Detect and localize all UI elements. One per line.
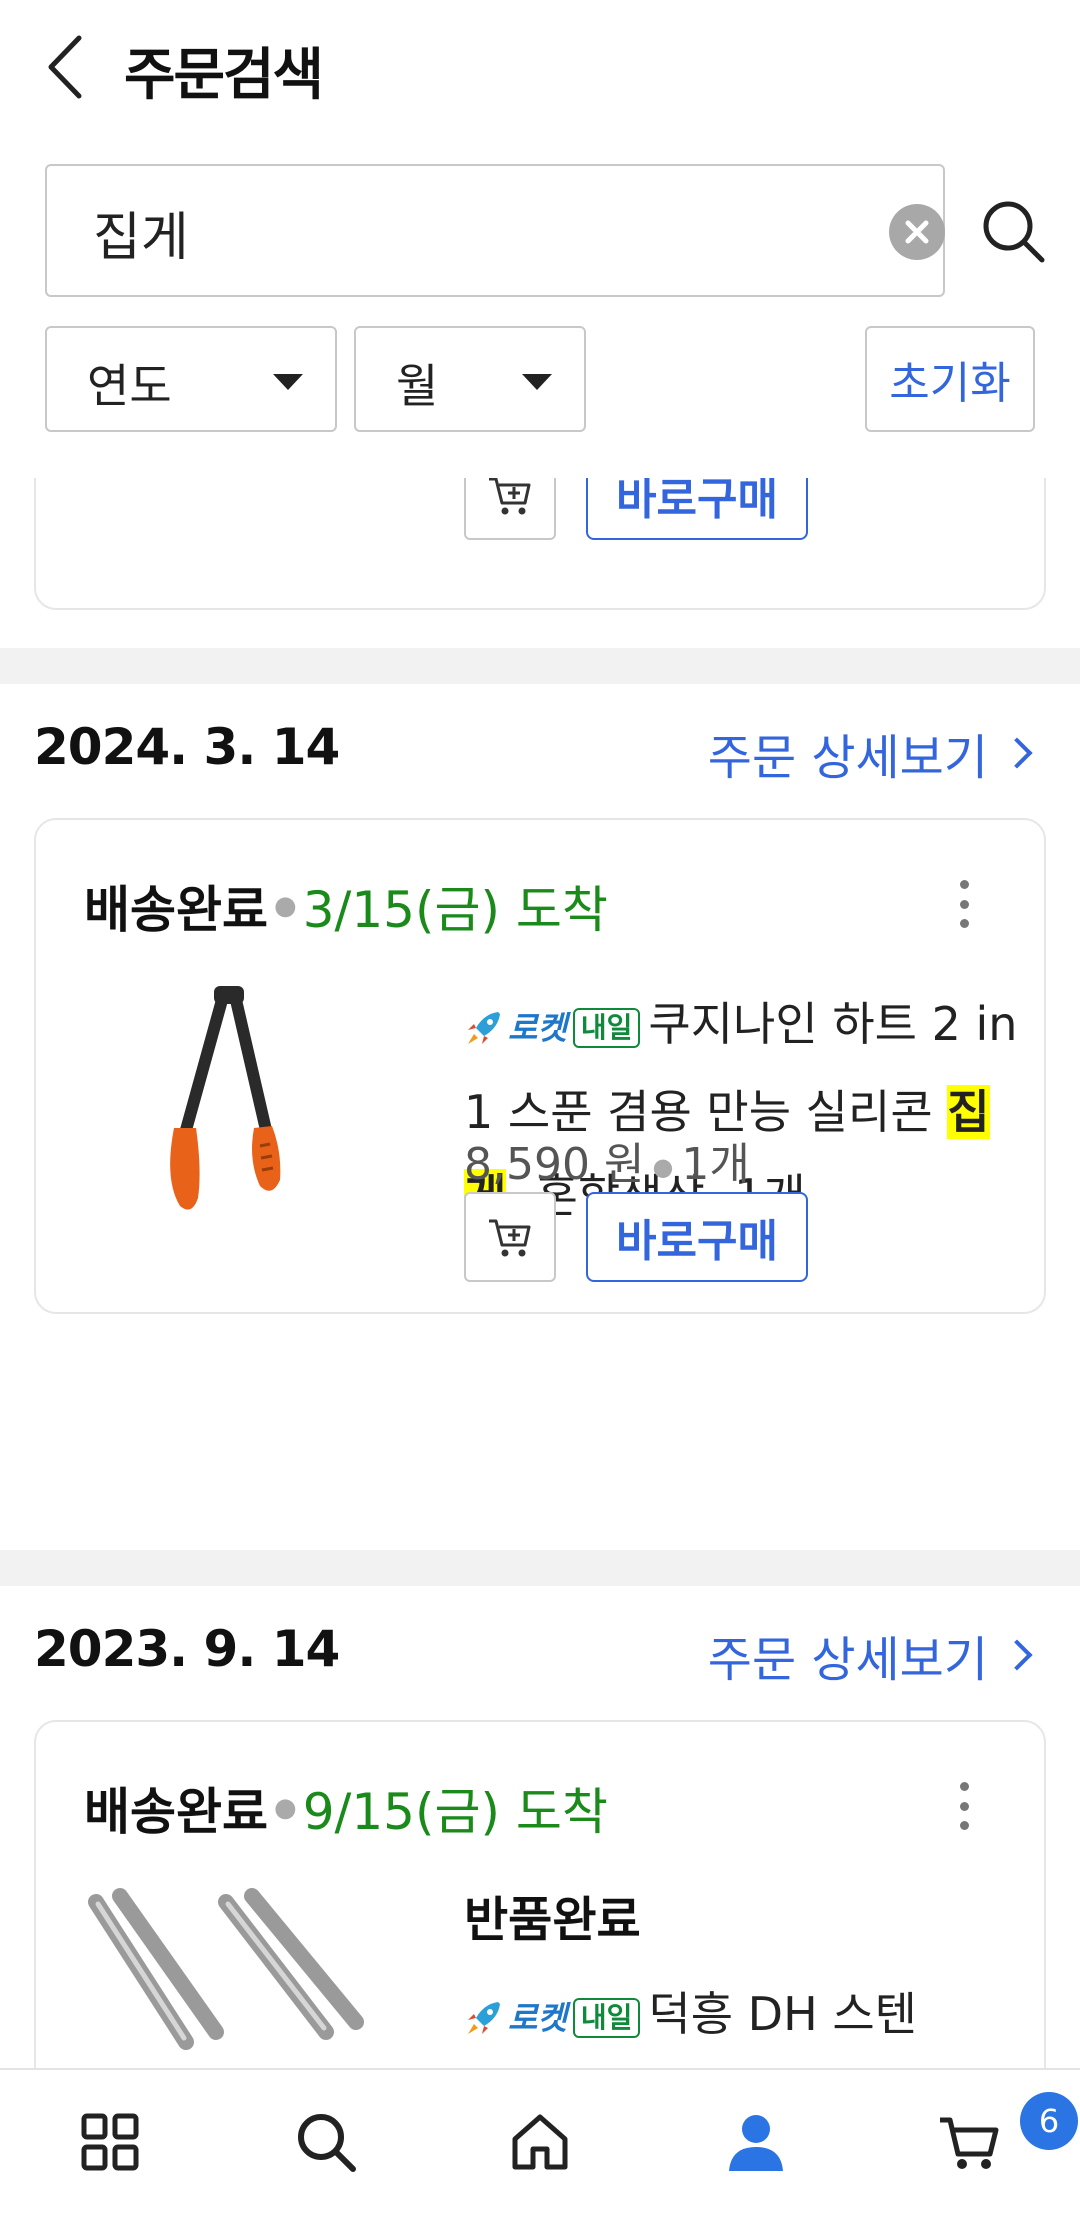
year-filter[interactable]: 연도 <box>45 326 337 432</box>
back-button[interactable] <box>40 32 90 102</box>
tomorrow-label: 내일 <box>572 1997 641 2038</box>
back-icon <box>48 35 82 99</box>
separator-dot: ● <box>274 891 297 921</box>
nav-home[interactable] <box>490 2092 590 2192</box>
kebab-icon[interactable] <box>960 1782 970 1830</box>
order-card: 배송완료 ● 3/15(금) 도착 로켓 내일 쿠지나인 하트 2 in 1 스… <box>34 818 1046 1314</box>
month-filter[interactable]: 월 <box>354 326 586 432</box>
price-text: 8,590 원 <box>464 1139 645 1190</box>
order-card: 배송완료 ● 9/15(금) 도착 반품완료 로켓 내일 덕흥 DH 스텐 <box>34 1720 1046 2068</box>
search-icon <box>298 2114 356 2172</box>
search-icon <box>983 201 1045 263</box>
header: 주문검색 <box>0 0 1080 140</box>
page-title: 주문검색 <box>124 43 324 108</box>
section-divider <box>0 648 1080 684</box>
delivery-status: 배송완료 ● 9/15(금) 도착 <box>84 1772 608 1844</box>
reset-button[interactable]: 초기화 <box>865 326 1035 432</box>
product-name-text: 덕흥 DH 스텐 <box>648 1987 917 2041</box>
chevron-right-icon <box>1001 1639 1033 1671</box>
return-status: 반품완료 <box>464 1892 641 1948</box>
nav-search[interactable] <box>276 2092 376 2192</box>
month-filter-label: 월 <box>396 359 439 413</box>
order-detail-link[interactable]: 주문 상세보기 <box>707 718 1033 788</box>
section-divider <box>0 1550 1080 1586</box>
nav-categories[interactable] <box>60 2092 160 2192</box>
tomorrow-label: 내일 <box>572 1007 641 1048</box>
chevron-right-icon <box>1001 737 1033 769</box>
delivery-status: 배송완료 ● 3/15(금) 도착 <box>84 870 608 942</box>
product-image[interactable] <box>156 980 316 1220</box>
separator-dot: ● <box>652 1153 674 1181</box>
order-date: 2023. 9. 14 <box>34 1620 340 1678</box>
rocket-icon <box>468 2001 500 2034</box>
status-text: 배송완료 <box>84 881 268 939</box>
bottom-navigation <box>0 2068 1080 2214</box>
arrival-text: 9/15(금) 도착 <box>302 1783 608 1841</box>
rocket-label: 로켓 <box>508 1998 567 2037</box>
nav-cart[interactable] <box>920 2092 1020 2192</box>
user-icon <box>729 2115 783 2171</box>
order-card: 바로구매 <box>34 478 1046 610</box>
caret-down-icon <box>522 374 552 390</box>
rocket-delivery-badge: 로켓 내일 <box>464 1976 641 2060</box>
kebab-icon[interactable] <box>960 880 970 928</box>
nav-my-page[interactable] <box>706 2092 806 2192</box>
clear-icon <box>905 220 929 244</box>
home-icon <box>512 2114 568 2170</box>
price-line: 8,590 원 ● 1개 <box>464 1128 750 1192</box>
product-image[interactable] <box>76 1882 436 2068</box>
add-to-cart-icon <box>489 1219 531 1257</box>
add-to-cart-button[interactable] <box>464 1192 556 1282</box>
add-to-cart-button[interactable] <box>464 478 556 540</box>
search-box[interactable] <box>45 164 945 297</box>
order-list[interactable]: 바로구매 2024. 3. 14 주문 상세보기 배송완료 ● 3/15(금) … <box>0 478 1080 2068</box>
product-name[interactable]: 로켓 내일 덕흥 DH 스텐 <box>464 1972 1024 2060</box>
cart-count-badge: 6 <box>1020 2092 1078 2150</box>
search-input[interactable] <box>93 192 873 272</box>
clear-search-button[interactable] <box>889 204 945 260</box>
cart-icon <box>940 2117 999 2169</box>
order-date: 2024. 3. 14 <box>34 718 340 776</box>
order-detail-link[interactable]: 주문 상세보기 <box>707 1620 1033 1690</box>
grid-icon <box>81 2113 139 2171</box>
separator-dot: ● <box>274 1793 297 1823</box>
status-text: 배송완료 <box>84 1783 268 1841</box>
arrival-text: 3/15(금) 도착 <box>302 881 608 939</box>
search-button[interactable] <box>980 198 1046 264</box>
rocket-icon <box>468 1011 500 1044</box>
add-to-cart-icon <box>489 478 531 515</box>
order-detail-label: 주문 상세보기 <box>707 730 988 786</box>
year-filter-label: 연도 <box>87 359 172 413</box>
rocket-delivery-badge: 로켓 내일 <box>464 986 641 1070</box>
rocket-label: 로켓 <box>508 1008 567 1047</box>
caret-down-icon <box>273 374 303 390</box>
buy-now-button[interactable]: 바로구매 <box>586 1192 808 1282</box>
buy-now-button[interactable]: 바로구매 <box>586 478 808 540</box>
quantity-text: 1개 <box>681 1139 750 1190</box>
order-detail-label: 주문 상세보기 <box>707 1632 988 1688</box>
